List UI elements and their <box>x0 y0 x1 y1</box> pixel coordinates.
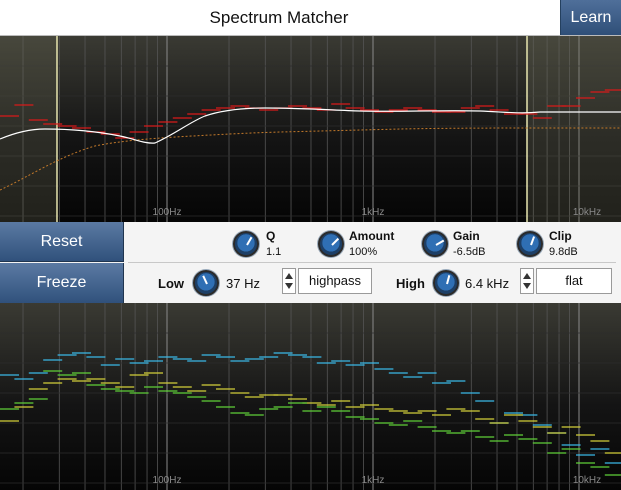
q-value: 1.1 <box>266 246 282 258</box>
high-filter-select[interactable]: flat <box>536 268 612 294</box>
high-cut-shade <box>527 36 621 222</box>
gain-value: -6.5dB <box>453 246 486 258</box>
high-label: High <box>396 276 425 291</box>
clip-value: 9.8dB <box>549 246 578 258</box>
control-panel: Reset Freeze Q 1.1 Amount 100% Gain -6.5… <box>0 222 621 303</box>
gain-knob[interactable] <box>422 231 448 257</box>
amount-knob[interactable] <box>318 231 344 257</box>
clip-knob[interactable] <box>517 231 543 257</box>
amount-label: Amount <box>349 229 395 243</box>
gain-label: Gain <box>453 229 480 243</box>
learn-button[interactable]: Learn <box>560 0 621 35</box>
app-title: Spectrum Matcher <box>209 8 349 27</box>
freq-label-100hz: 100Hz <box>153 475 182 486</box>
low-frequency-knob[interactable] <box>193 270 219 296</box>
source-target-spectrum-display[interactable]: 100Hz 1kHz 10kHz <box>0 303 621 490</box>
low-label: Low <box>158 276 184 291</box>
high-frequency-value: 6.4 kHz <box>465 276 510 291</box>
freq-label-1khz: 1kHz <box>362 207 385 218</box>
clip-label: Clip <box>549 229 572 243</box>
high-frequency-knob[interactable] <box>433 270 459 296</box>
chevron-down-icon[interactable] <box>285 283 293 289</box>
freq-label-10khz: 10kHz <box>573 475 601 486</box>
matched-spectrum-display[interactable]: 100Hz 1kHz 10kHz <box>0 36 621 222</box>
low-filter-select[interactable]: highpass <box>298 268 372 294</box>
low-filter-stepper[interactable] <box>282 268 296 294</box>
high-filter-stepper[interactable] <box>520 268 534 294</box>
freq-label-100hz: 100Hz <box>153 207 182 218</box>
reset-button[interactable]: Reset <box>0 222 124 262</box>
divider <box>128 262 616 263</box>
spectrum-matcher-window: Spectrum Matcher Learn 100Hz 1kHz 10kHz … <box>0 0 621 490</box>
q-label: Q <box>266 229 276 243</box>
chevron-up-icon[interactable] <box>285 273 293 279</box>
freq-label-1khz: 1kHz <box>362 475 385 486</box>
freeze-button[interactable]: Freeze <box>0 263 124 303</box>
title-bar: Spectrum Matcher Learn <box>0 0 621 36</box>
chevron-down-icon[interactable] <box>523 283 531 289</box>
graph-background <box>0 303 621 490</box>
freq-label-10khz: 10kHz <box>573 207 601 218</box>
amount-value: 100% <box>349 246 378 258</box>
chevron-up-icon[interactable] <box>523 273 531 279</box>
q-knob[interactable] <box>233 231 259 257</box>
low-frequency-value: 37 Hz <box>226 276 260 291</box>
